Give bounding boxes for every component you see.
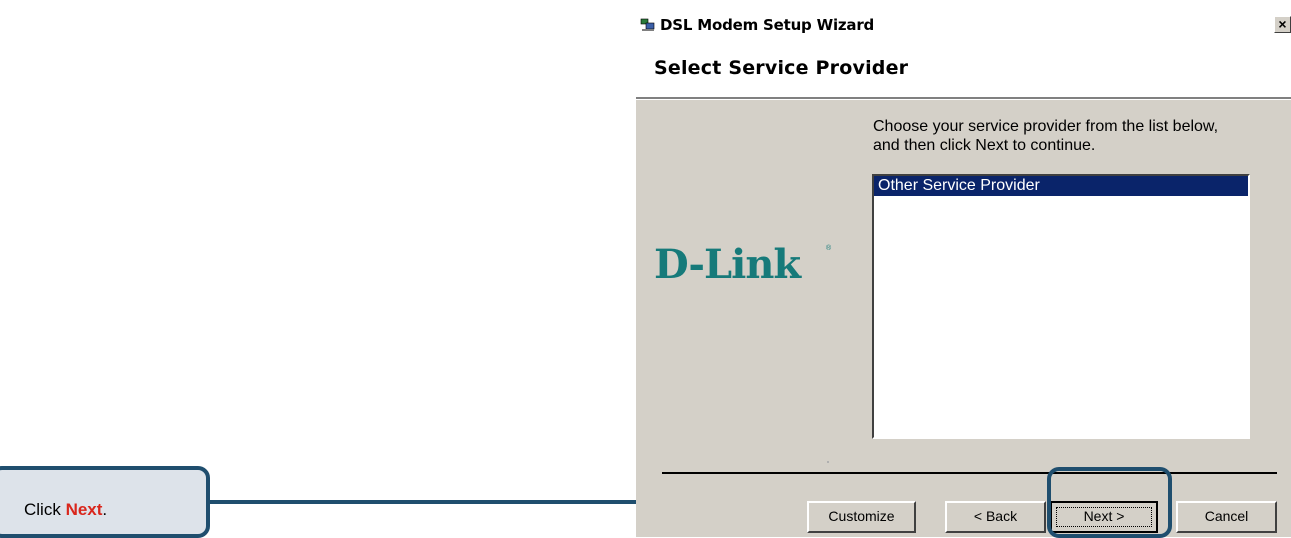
callout-text: Click Next.	[24, 500, 108, 519]
setup-wizard-window: DSL Modem Setup Wizard × Select Service …	[636, 13, 1291, 537]
next-button-highlight-frame	[1047, 467, 1172, 538]
wizard-header: Select Service Provider	[636, 37, 1291, 97]
button-separator	[662, 472, 1277, 474]
window-title: DSL Modem Setup Wizard	[660, 16, 875, 34]
page-title: Select Service Provider	[654, 57, 909, 79]
cancel-button[interactable]: Cancel	[1176, 501, 1277, 533]
instruction-callout: Click Next.	[0, 466, 210, 538]
close-button[interactable]: ×	[1274, 16, 1291, 33]
service-provider-list[interactable]: Other Service Provider	[872, 174, 1250, 439]
instructions-text: Choose your service provider from the li…	[873, 118, 1219, 154]
customize-button[interactable]: Customize	[807, 501, 916, 533]
decorative-dot	[827, 461, 829, 463]
back-button[interactable]: < Back	[945, 501, 1046, 533]
title-bar: DSL Modem Setup Wizard ×	[636, 13, 1291, 37]
list-item[interactable]: Other Service Provider	[874, 176, 1248, 196]
network-computers-icon	[640, 18, 655, 31]
header-divider	[636, 97, 1291, 100]
registered-mark: ®	[826, 245, 832, 252]
callout-highlight: Next	[65, 500, 103, 519]
dlink-logo: D-Link	[654, 241, 801, 288]
